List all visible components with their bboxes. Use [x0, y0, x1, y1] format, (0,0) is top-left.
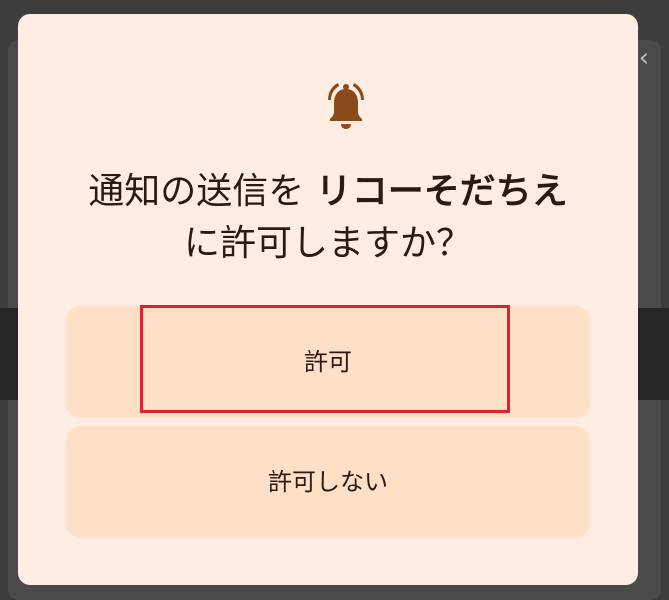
- title-suffix: に許可しますか？: [183, 223, 472, 264]
- allow-button[interactable]: 許可: [66, 306, 590, 418]
- deny-button-label: 許可しない: [268, 468, 388, 496]
- bell-icon: [328, 83, 364, 129]
- deny-button[interactable]: 許可しない: [66, 426, 590, 538]
- dialog-title: 通知の送信を リコーそだちえ に許可しますか？: [68, 166, 588, 270]
- allow-button-label: 許可: [304, 348, 352, 376]
- app-name: リコーそだちえ: [315, 171, 568, 212]
- title-prefix: 通知の送信を: [88, 171, 316, 212]
- notification-permission-dialog: 通知の送信を リコーそだちえ に許可しますか？ 許可 許可しない: [18, 14, 638, 585]
